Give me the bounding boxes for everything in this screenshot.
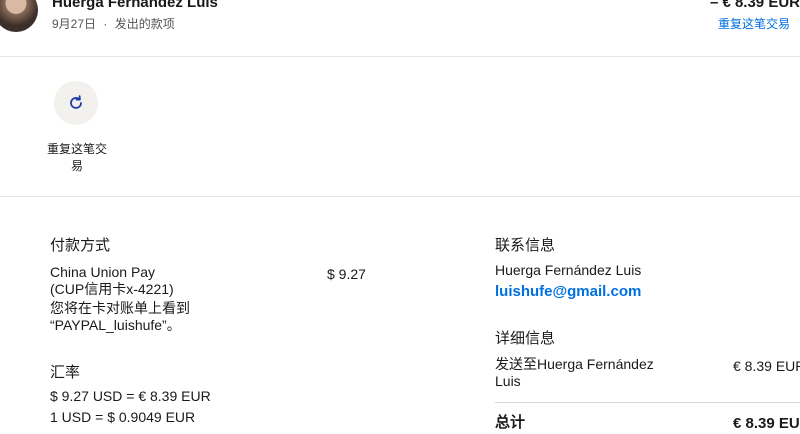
- sent-to-line1: 发送至Huerga Fernández: [495, 356, 654, 372]
- sent-amount: € 8.39 EUR: [733, 358, 800, 374]
- transaction-subline: 9月27日 · 发出的款项: [52, 15, 175, 32]
- action-area: 重复这笔交易: [0, 58, 800, 197]
- avatar: [0, 0, 38, 32]
- exchange-rate-line1: $ 9.27 USD = € 8.39 EUR: [50, 388, 211, 404]
- contact-email-link[interactable]: luishufe@gmail.com: [495, 283, 641, 300]
- payment-method-title: 付款方式: [50, 237, 111, 254]
- refresh-icon: [70, 95, 82, 109]
- payment-note-line2: “PAYPAL_luishufe”。: [50, 317, 181, 333]
- exchange-rate-title: 汇率: [50, 364, 81, 381]
- details-title: 详细信息: [495, 330, 556, 347]
- repeat-transaction-button[interactable]: [54, 81, 98, 125]
- transaction-date: 9月27日: [52, 17, 97, 31]
- exchange-rate-line2: 1 USD = $ 0.9049 EUR: [50, 409, 196, 425]
- total-amount: € 8.39 EUR: [733, 415, 800, 432]
- payment-method-line2: (CUP信用卡x-4221): [50, 281, 174, 297]
- transaction-header: Huerga Fernández Luis 9月27日 · 发出的款项 – € …: [0, 0, 800, 57]
- payment-amount: $ 9.27: [327, 266, 366, 282]
- sent-to-line2: Luis: [495, 373, 521, 389]
- payment-note-line1: 您将在卡对账单上看到: [50, 300, 190, 316]
- contact-info-title: 联系信息: [495, 237, 556, 254]
- counterparty-name: Huerga Fernández Luis: [52, 0, 218, 11]
- contact-name: Huerga Fernández Luis: [495, 262, 642, 278]
- subline-separator: ·: [103, 17, 108, 31]
- transaction-type: 发出的款项: [114, 17, 175, 31]
- repeat-transaction-link[interactable]: 重复这笔交易: [718, 15, 790, 32]
- total-label: 总计: [495, 414, 526, 431]
- repeat-transaction-label: 重复这笔交易: [46, 142, 107, 173]
- transaction-amount: – € 8.39 EUR: [709, 0, 800, 11]
- details-divider: [495, 402, 800, 403]
- payment-method-line1: China Union Pay: [50, 264, 156, 280]
